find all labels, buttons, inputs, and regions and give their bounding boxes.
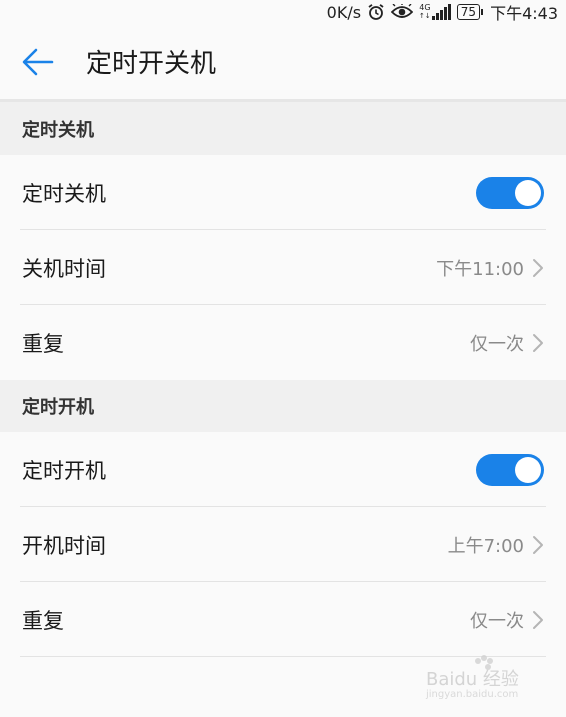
clock-time: 下午4:43: [490, 4, 558, 23]
row-label: 重复: [22, 331, 64, 356]
battery-icon: 75: [456, 4, 484, 20]
signal-icon: 4G ↑↓: [419, 4, 451, 20]
shutdown-repeat-value: 仅一次: [470, 333, 524, 355]
alarm-icon: [367, 3, 385, 21]
poweron-repeat-value: 仅一次: [470, 610, 524, 632]
scheduled-shutdown-row[interactable]: 定时关机: [0, 155, 566, 230]
chevron-right-icon: [533, 258, 543, 277]
battery-level: 75: [460, 5, 477, 19]
watermark-text: Baidu 经验: [426, 669, 519, 690]
eye-comfort-icon: [391, 4, 414, 20]
poweron-time-row[interactable]: 开机时间 上午7:00: [0, 507, 566, 582]
section-header-poweron: 定时开机: [0, 380, 566, 432]
section-header-shutdown: 定时关机: [0, 102, 566, 155]
network-type: 4G: [419, 3, 431, 12]
chevron-right-icon: [533, 535, 543, 554]
row-label: 定时关机: [22, 181, 106, 206]
toggle-knob: [515, 456, 541, 483]
shutdown-repeat-row[interactable]: 重复 仅一次: [0, 305, 566, 380]
row-label: 开机时间: [22, 533, 106, 558]
row-label: 关机时间: [22, 256, 106, 281]
row-label: 定时开机: [22, 458, 106, 483]
back-button[interactable]: [22, 42, 62, 82]
scheduled-poweron-row[interactable]: 定时开机: [0, 432, 566, 507]
shutdown-time-row[interactable]: 关机时间 下午11:00: [0, 230, 566, 305]
chevron-right-icon: [533, 333, 543, 352]
scheduled-shutdown-toggle[interactable]: [476, 176, 544, 209]
poweron-time-value: 上午7:00: [447, 535, 524, 557]
poweron-repeat-row[interactable]: 重复 仅一次: [0, 582, 566, 657]
net-speed: 0K/s: [326, 2, 362, 22]
arrow-left-icon: [22, 48, 54, 75]
scheduled-poweron-toggle[interactable]: [476, 453, 544, 486]
shutdown-time-value: 下午11:00: [436, 258, 524, 280]
row-label: 重复: [22, 608, 64, 633]
toggle-knob: [515, 179, 541, 206]
status-bar: 0K/s 4G ↑↓ 75 下午4:43: [0, 0, 566, 24]
baidu-watermark: Baidu 经验 jingyan.baidu.com: [426, 653, 536, 703]
watermark-subtext: jingyan.baidu.com: [426, 689, 519, 700]
chevron-right-icon: [533, 610, 543, 629]
app-header: 定时开关机: [0, 24, 566, 102]
page-title: 定时开关机: [86, 49, 217, 79]
